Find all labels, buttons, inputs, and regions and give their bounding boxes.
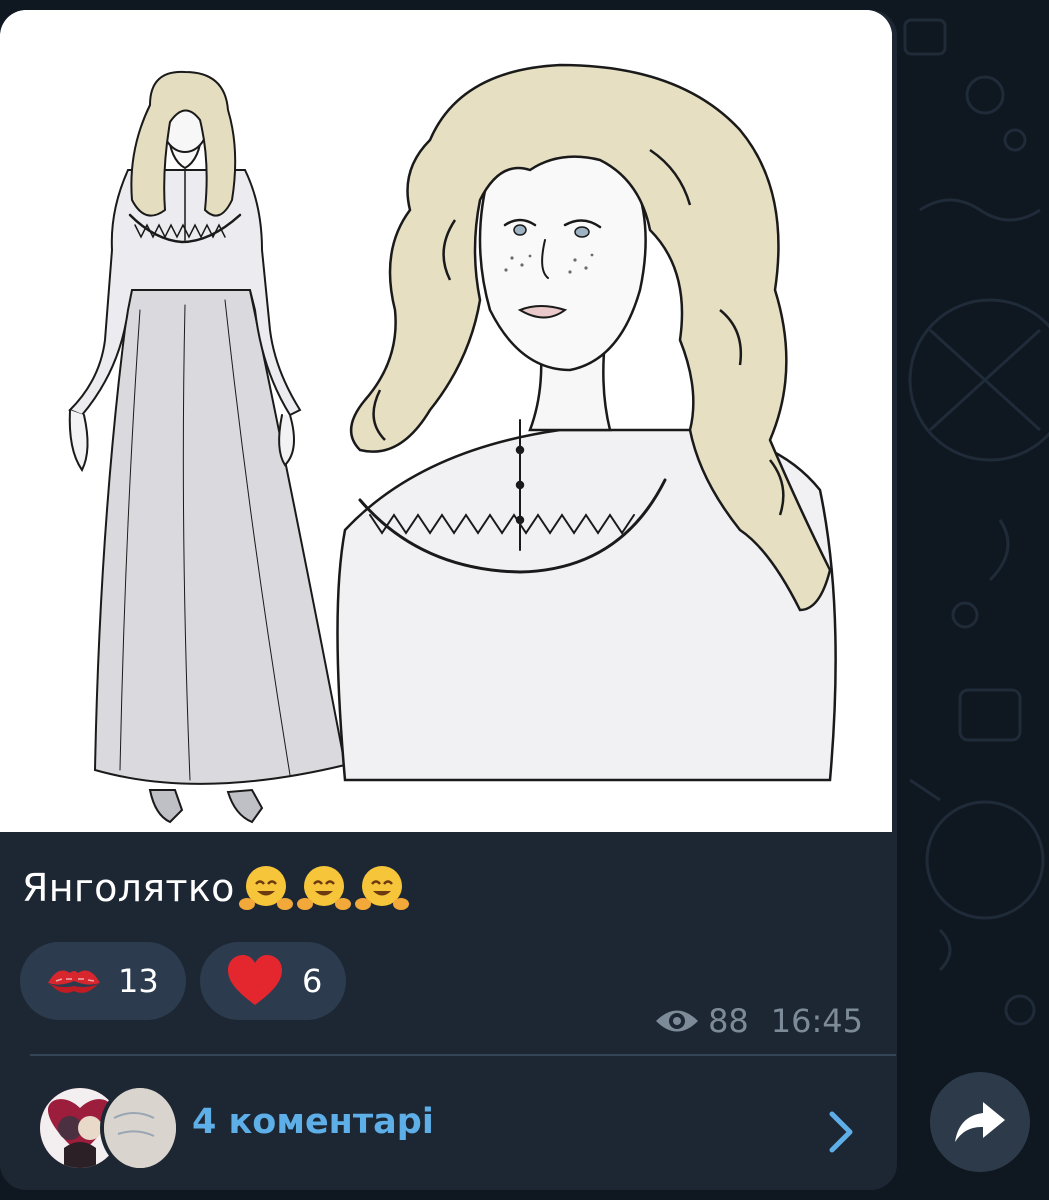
commenter-avatar bbox=[100, 1084, 180, 1172]
character-sketch-illustration bbox=[0, 10, 892, 832]
comments-button[interactable]: 4 коментарі bbox=[0, 1070, 897, 1180]
hugging-face-emoji-icon bbox=[296, 866, 351, 910]
divider bbox=[30, 1054, 896, 1056]
post-caption: Янголятко bbox=[22, 862, 411, 914]
chevron-right-icon bbox=[829, 1111, 853, 1153]
hugging-face-emojis bbox=[237, 862, 411, 914]
hugging-face-emoji-icon bbox=[354, 866, 409, 910]
channel-post-bubble: Янголятко 13 6 88 16:45 4 коментарі bbox=[0, 10, 897, 1190]
forward-arrow-icon bbox=[955, 1102, 1005, 1142]
post-time: 16:45 bbox=[770, 1002, 863, 1040]
hugging-face-emoji-icon bbox=[238, 866, 293, 910]
views-count: 88 bbox=[708, 1002, 749, 1040]
kiss-mark-icon bbox=[48, 970, 100, 993]
reaction-kiss-button[interactable]: 13 bbox=[20, 942, 186, 1020]
reaction-heart-button[interactable]: 6 bbox=[200, 942, 346, 1020]
eye-icon bbox=[656, 1010, 699, 1032]
forward-button[interactable] bbox=[930, 1072, 1030, 1172]
red-heart-icon bbox=[228, 955, 282, 1005]
caption-text: Янголятко bbox=[22, 866, 235, 910]
post-image[interactable] bbox=[0, 10, 892, 832]
post-meta: 88 16:45 bbox=[654, 1002, 863, 1040]
reaction-count: 6 bbox=[302, 962, 323, 1000]
reaction-count: 13 bbox=[118, 962, 159, 1000]
comments-count-label: 4 коментарі bbox=[192, 1102, 434, 1142]
